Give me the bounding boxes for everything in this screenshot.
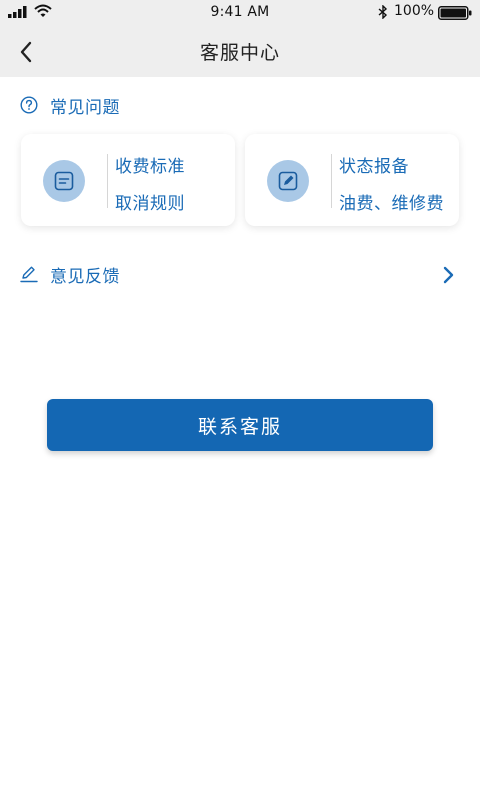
edit-square-icon: [278, 171, 298, 191]
battery-icon: [438, 6, 472, 20]
feedback-row[interactable]: 意见反馈: [20, 260, 460, 290]
top-bar: 9:41 AM 100% 客服中心: [0, 0, 480, 77]
question-circle-icon: [20, 96, 38, 114]
faq-link-fee-standard[interactable]: 收费标准: [115, 152, 185, 177]
faq-link-fuel-repair[interactable]: 油费、维修费: [339, 189, 444, 214]
faq-heading: 常见问题: [20, 94, 120, 118]
bluetooth-icon: [378, 5, 388, 19]
faq-card-reports[interactable]: 状态报备 油费、维修费: [245, 134, 459, 226]
faq-card-fees[interactable]: 收费标准 取消规则: [21, 134, 235, 226]
faq-link-status-report[interactable]: 状态报备: [339, 152, 409, 177]
document-icon: [54, 171, 74, 191]
contact-service-button[interactable]: 联系客服: [47, 399, 433, 451]
battery-percent: 100%: [394, 3, 435, 19]
customer-service-screen: 9:41 AM 100% 客服中心 常见问题 收费标准 取消规则 状态报备 油费…: [0, 0, 480, 800]
nav-bar: 客服中心: [0, 24, 480, 77]
feedback-label: 意见反馈: [50, 267, 120, 287]
faq-link-cancel-rules[interactable]: 取消规则: [115, 189, 185, 214]
document-icon-badge: [43, 160, 85, 202]
edit-icon-badge: [267, 160, 309, 202]
card-divider: [331, 154, 332, 208]
card-divider: [107, 154, 108, 208]
pen-icon: [20, 266, 38, 283]
status-bar: 9:41 AM 100%: [0, 0, 480, 24]
faq-heading-label: 常见问题: [50, 97, 120, 118]
page-title: 客服中心: [199, 42, 280, 64]
chevron-right-icon: [443, 266, 454, 284]
